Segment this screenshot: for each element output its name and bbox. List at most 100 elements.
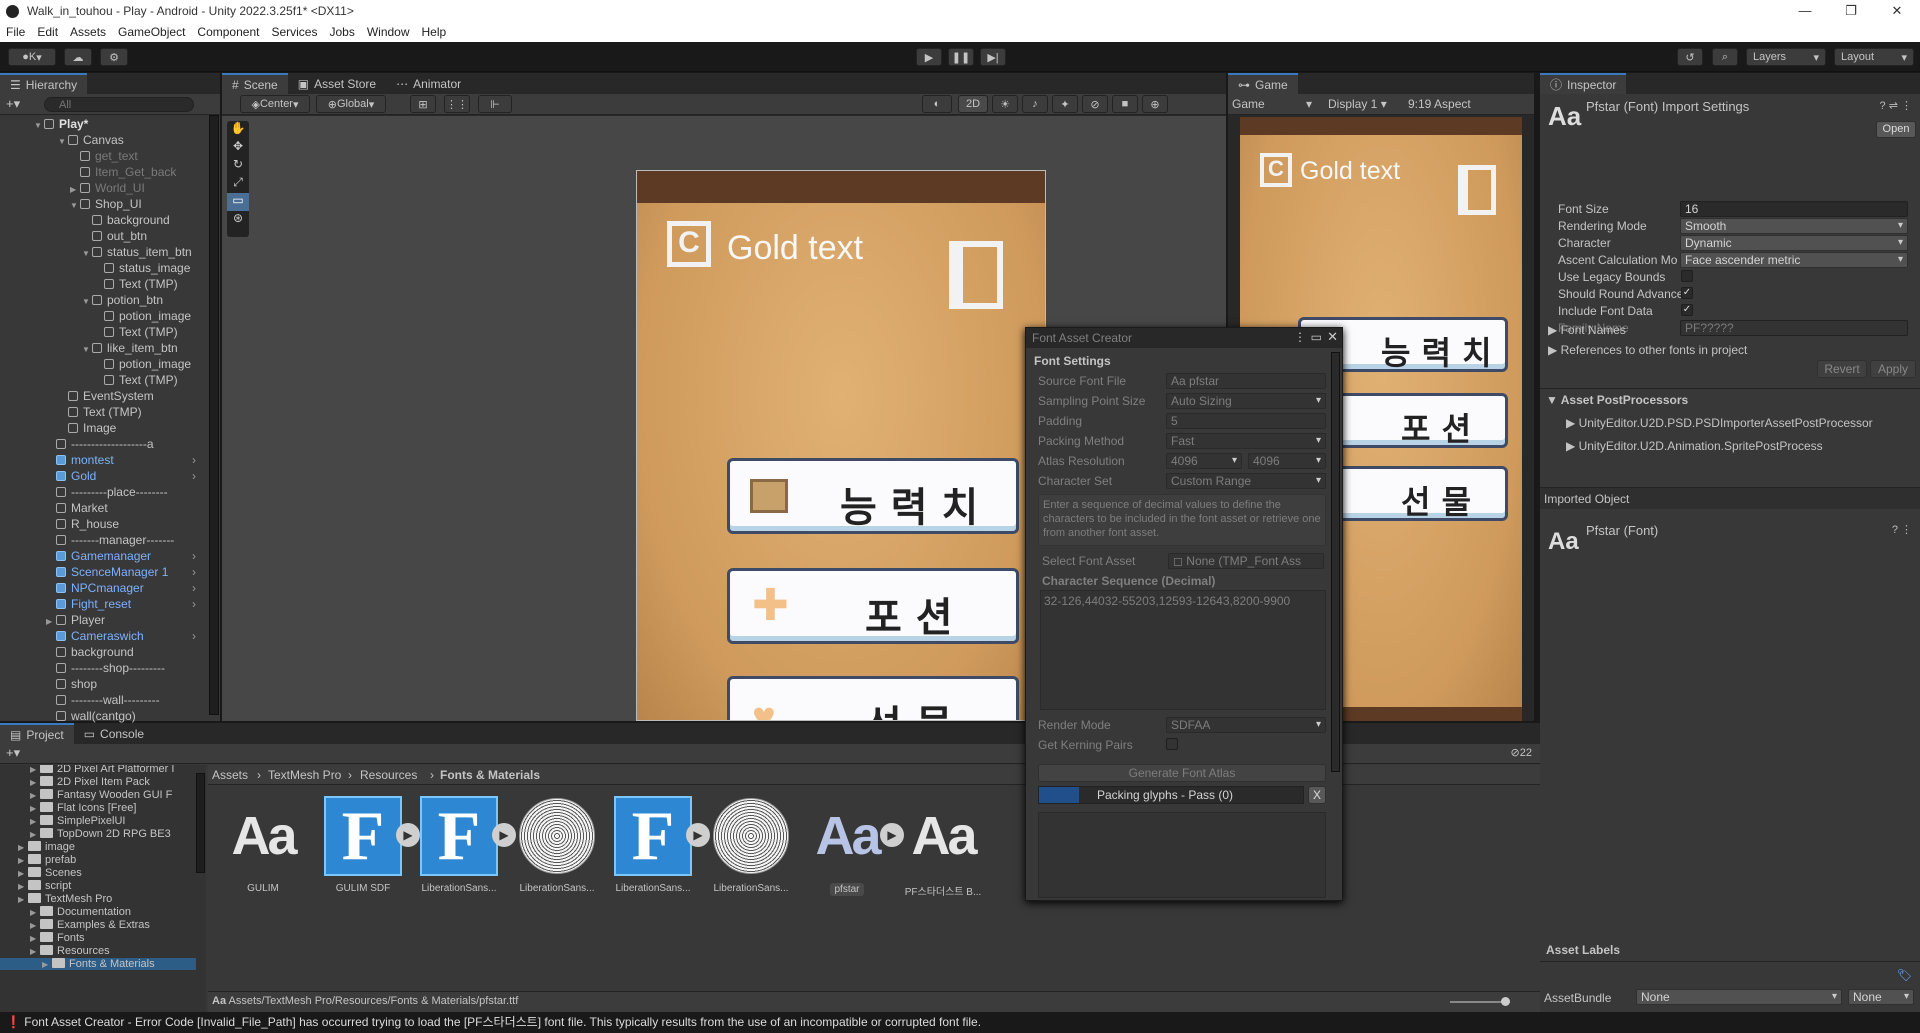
breadcrumb-fonts-materials[interactable]: Fonts & Materials [440, 768, 540, 782]
maximize-button[interactable]: ❐ [1828, 0, 1874, 22]
hierarchy-item[interactable]: EventSystem [58, 388, 154, 404]
tab-console[interactable]: ▭ Console [74, 723, 154, 744]
project-folder[interactable]: ▶ script [18, 880, 71, 892]
project-folder[interactable]: ▶ Scenes [18, 867, 82, 879]
minimize-button[interactable]: — [1782, 0, 1828, 22]
foldout-arrow-icon[interactable]: ▶ [30, 778, 40, 787]
space-dropdown[interactable]: ⊕ Global ▾ [316, 95, 386, 113]
setting-dropdown[interactable]: Face ascender metric [1680, 252, 1908, 268]
project-folder[interactable]: ▶ Documentation [30, 906, 131, 918]
asset-item[interactable]: Aa PF스타더스트 B... [902, 795, 984, 898]
chevron-right-icon[interactable]: › [192, 548, 196, 564]
asset-bundle-variant-dropdown[interactable]: None [1848, 989, 1914, 1005]
menu-edit[interactable]: Edit [31, 25, 64, 39]
setting-dropdown[interactable]: Dynamic [1680, 235, 1908, 251]
hierarchy-item[interactable]: status_image [94, 260, 190, 276]
chevron-right-icon[interactable]: › [192, 628, 196, 644]
hierarchy-item[interactable]: Cameraswich › [46, 628, 196, 644]
foldout-arrow-icon[interactable]: ▼ [70, 198, 80, 214]
hierarchy-item[interactable]: potion_image [94, 356, 191, 372]
render-dropdown[interactable]: SDFAA [1166, 717, 1326, 733]
menu-assets[interactable]: Assets [64, 25, 112, 39]
hierarchy-item[interactable]: NPCmanager › [46, 580, 196, 596]
account-button[interactable]: ● K ▾ [8, 48, 56, 66]
project-folder[interactable]: ▶ 2D Pixel Art Platformer I [30, 765, 174, 775]
game-mode-dropdown[interactable]: Game [1232, 97, 1265, 111]
rect-tool-icon[interactable]: ▭ [227, 193, 249, 211]
cloud-icon[interactable]: ☁ [64, 48, 92, 66]
align-icon[interactable]: ⊩ [478, 95, 512, 113]
hierarchy-item[interactable]: ▼ Shop_UI [70, 196, 142, 212]
hierarchy-item[interactable]: Gold › [46, 468, 196, 484]
hierarchy-search-input[interactable] [44, 97, 194, 112]
effects-icon[interactable]: ✦ [1052, 95, 1078, 113]
tab-hierarchy[interactable]: ☰ Hierarchy [0, 73, 88, 94]
hierarchy-item[interactable]: Image [58, 420, 116, 436]
project-folder[interactable]: ▶ Fonts & Materials [0, 958, 196, 970]
setting-dropdown[interactable]: Smooth [1680, 218, 1908, 234]
hidden-count[interactable]: ⊘22 [1511, 746, 1532, 759]
mode-2d-toggle[interactable]: 2D [958, 95, 988, 113]
hierarchy-item[interactable]: Text (TMP) [94, 276, 178, 292]
charset-dropdown[interactable]: Custom Range [1166, 473, 1326, 489]
imported-header-icons[interactable]: ? ⋮ [1892, 523, 1912, 536]
foldout-arrow-icon[interactable]: ▶ [42, 960, 52, 969]
pause-button[interactable]: ❚❚ [948, 48, 974, 66]
setting-field[interactable]: 16 [1680, 201, 1908, 217]
asset-item[interactable]: Aa pfstar [806, 795, 888, 899]
hierarchy-item[interactable]: --------wall--------- [46, 692, 160, 708]
atlas-width-dropdown[interactable]: 4096 [1166, 453, 1242, 469]
project-folder[interactable]: ▶ image [18, 841, 75, 853]
scene-gift-button[interactable]: ♥ 선 물 [727, 676, 1019, 720]
foldout-arrow-icon[interactable]: ▶ [18, 869, 28, 878]
game-exit-door-icon[interactable] [1458, 165, 1496, 215]
collab-icon[interactable]: ⚙ [100, 48, 128, 66]
packing-dropdown[interactable]: Fast [1166, 433, 1326, 449]
foldout-arrow-icon[interactable]: ▶ [30, 804, 40, 813]
project-folder[interactable]: ▶ Fonts [30, 932, 85, 944]
scene-status-button[interactable]: 능 력 치 [727, 458, 1019, 534]
menu-services[interactable]: Services [265, 25, 323, 39]
aspect-dropdown[interactable]: 9:19 Aspect [1408, 97, 1471, 111]
scene-potion-button[interactable]: ✚ 포 션 [727, 568, 1019, 644]
hierarchy-item[interactable]: Text (TMP) [94, 372, 178, 388]
exit-door-icon[interactable] [949, 241, 1003, 309]
project-tree-scrollbar[interactable] [196, 773, 205, 873]
foldout-arrow-icon[interactable]: ▶ [30, 817, 40, 826]
expand-asset-icon[interactable]: ▶ [686, 823, 710, 847]
gizmos-icon[interactable]: ⊕ [1142, 95, 1168, 113]
pivot-dropdown[interactable]: ◈ Center ▾ [240, 95, 310, 113]
zoom-slider[interactable] [1450, 997, 1510, 1006]
expand-asset-icon[interactable]: ▶ [492, 823, 516, 847]
breadcrumb-textmeshpro[interactable]: TextMesh Pro [268, 768, 341, 782]
hierarchy-item[interactable]: ▼ like_item_btn [82, 340, 178, 356]
hierarchy-item[interactable]: -------manager------- [46, 532, 174, 548]
postprocessor-item[interactable]: ▶ UnityEditor.U2D.PSD.PSDImporterAssetPo… [1566, 416, 1873, 430]
tab-animator[interactable]: ⋯ Animator [386, 73, 471, 94]
kerning-checkbox[interactable] [1166, 738, 1178, 750]
search-icon[interactable]: ⌕ [1712, 48, 1738, 66]
breadcrumb-resources[interactable]: Resources [360, 768, 417, 782]
lighting-icon[interactable]: ☀ [992, 95, 1018, 113]
postprocessors-header[interactable]: ▼ Asset PostProcessors [1546, 393, 1688, 407]
menu-jobs[interactable]: Jobs [323, 25, 360, 39]
setting-checkbox[interactable]: ✓ [1681, 304, 1693, 316]
foldout-arrow-icon[interactable]: ▶ [30, 934, 40, 943]
foldout-arrow-icon[interactable]: ▼ [82, 342, 92, 358]
tab-game[interactable]: ⊶ Game [1228, 73, 1298, 94]
audio-icon[interactable]: ♪ [1022, 95, 1048, 113]
tab-asset-store[interactable]: ▣ Asset Store [288, 73, 386, 94]
hierarchy-item[interactable]: ▶ World_UI [70, 180, 145, 196]
undo-history-icon[interactable]: ↺ [1677, 48, 1703, 66]
display-dropdown[interactable]: Display 1 ▾ [1328, 97, 1387, 111]
hierarchy-item[interactable]: -------------------a [46, 436, 154, 452]
atlas-height-dropdown[interactable]: 4096 [1248, 453, 1326, 469]
asset-item[interactable]: LiberationSans... [710, 795, 792, 894]
postprocessor-item[interactable]: ▶ UnityEditor.U2D.Animation.SpritePostPr… [1566, 439, 1823, 453]
hierarchy-item[interactable]: montest › [46, 452, 196, 468]
more-icon[interactable]: ⋮ [1294, 330, 1306, 344]
chevron-right-icon[interactable]: › [192, 468, 196, 484]
hierarchy-item[interactable]: potion_image [94, 308, 191, 324]
scale-tool-icon[interactable]: ⤢ [227, 175, 249, 193]
breadcrumb-assets[interactable]: Assets [212, 768, 248, 782]
